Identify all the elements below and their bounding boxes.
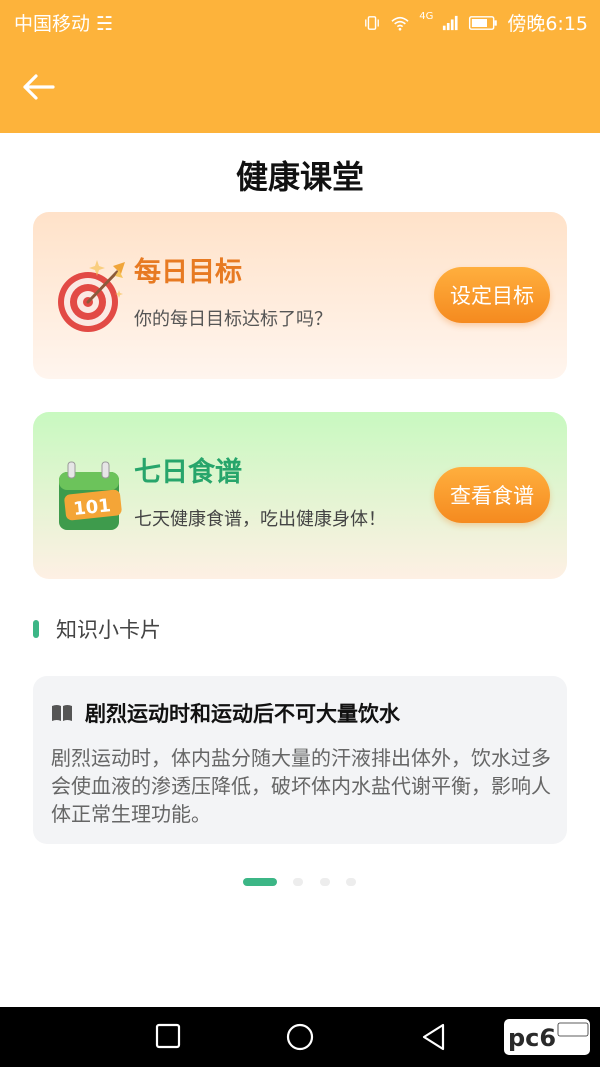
back-arrow-icon[interactable] bbox=[22, 72, 56, 102]
svg-text:101: 101 bbox=[72, 495, 112, 520]
knowledge-section-header: 知识小卡片 bbox=[33, 614, 161, 644]
app-bar bbox=[0, 40, 600, 133]
knowledge-card-header: 剧烈运动时和运动后不可大量饮水 bbox=[51, 698, 400, 728]
page-title: 健康课堂 bbox=[235, 158, 364, 196]
daily-goal-subtitle: 你的每日目标达标了吗？ bbox=[134, 309, 332, 330]
pc6-watermark-logo: pc6 bbox=[504, 1019, 590, 1059]
status-icons: 4G 傍晚6:15 bbox=[363, 9, 588, 36]
page-dot[interactable] bbox=[293, 878, 303, 886]
back-triangle-icon[interactable] bbox=[420, 1022, 448, 1052]
status-bar: 中国移动 ☵ 4G 傍晚6:15 bbox=[0, 0, 600, 40]
pagination-dots bbox=[0, 877, 600, 887]
recent-apps-square-icon[interactable] bbox=[154, 1022, 182, 1050]
calendar-101-icon: 101 bbox=[59, 461, 122, 530]
daily-goal-title: 每日目标 bbox=[134, 257, 242, 288]
home-circle-icon[interactable] bbox=[285, 1022, 315, 1052]
target-dart-icon bbox=[58, 260, 125, 332]
knowledge-card-body: 剧烈运动时，体内盐分随大量的汗液排出体外，饮水过多会使血液的渗透压降低，破坏体内… bbox=[51, 746, 551, 826]
signal-icon bbox=[443, 15, 458, 30]
page-dot-active[interactable] bbox=[243, 878, 277, 886]
daily-goal-card[interactable]: 每日目标 你的每日目标达标了吗？ 设定目标 bbox=[33, 212, 567, 379]
page-dot[interactable] bbox=[346, 878, 356, 886]
section-accent-bar bbox=[33, 620, 39, 638]
wifi-icon bbox=[391, 16, 409, 31]
knowledge-card[interactable]: 剧烈运动时和运动后不可大量饮水 剧烈运动时，体内盐分随大量的汗液排出体外，饮水过… bbox=[33, 676, 567, 844]
view-recipe-button[interactable]: 查看食谱 bbox=[434, 467, 550, 523]
network-type-label: 4G bbox=[419, 11, 434, 22]
book-icon bbox=[52, 705, 72, 721]
seven-day-recipe-card[interactable]: 101 七日食谱 七天健康食谱，吃出健康身体！ 查看食谱 bbox=[33, 412, 567, 579]
system-nav-bar: pc6 bbox=[0, 1007, 600, 1067]
section-title: 知识小卡片 bbox=[56, 618, 161, 642]
recipe-title: 七日食谱 bbox=[134, 457, 242, 488]
clock-label: 傍晚6:15 bbox=[507, 13, 588, 35]
carrier-label: 中国移动 ☵ bbox=[14, 13, 114, 35]
knowledge-card-title: 剧烈运动时和运动后不可大量饮水 bbox=[85, 702, 400, 726]
page-dot[interactable] bbox=[320, 878, 330, 886]
vibrate-icon bbox=[365, 15, 380, 30]
battery-icon bbox=[469, 15, 498, 30]
svg-text:pc6: pc6 bbox=[508, 1024, 556, 1052]
recipe-subtitle: 七天健康食谱，吃出健康身体！ bbox=[134, 509, 386, 530]
set-goal-button[interactable]: 设定目标 bbox=[434, 267, 550, 323]
